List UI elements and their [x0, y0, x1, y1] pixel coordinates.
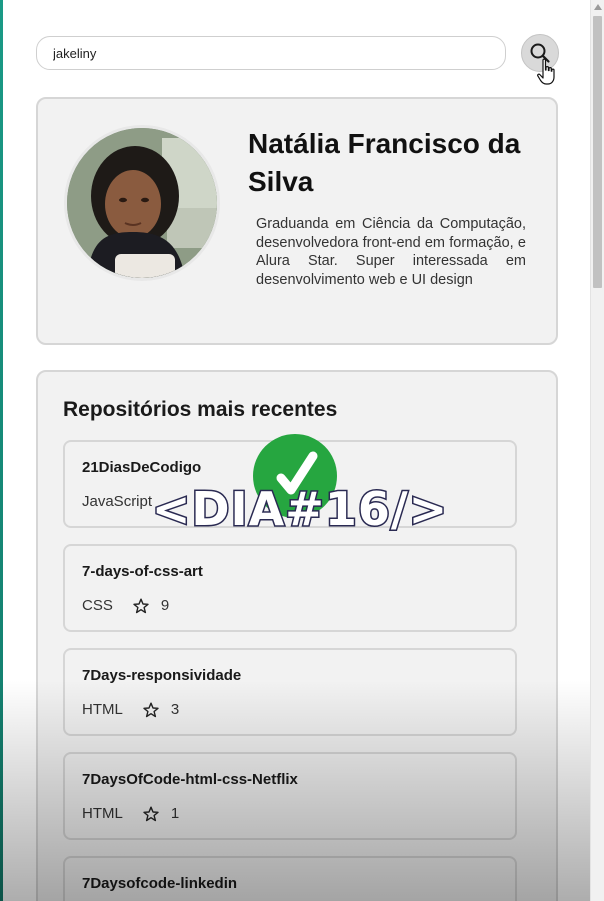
avatar: [64, 125, 220, 281]
repo-name[interactable]: 7DaysOfCode-html-css-Netflix: [82, 771, 298, 788]
profile-card: Natália Francisco da Silva Graduanda em …: [36, 97, 558, 345]
repo-stars: 1: [170, 805, 180, 822]
repo-language: HTML: [82, 701, 123, 718]
star-icon: [133, 598, 149, 614]
repo-meta: CSS 9: [82, 597, 169, 614]
repo-language: CSS: [82, 597, 113, 614]
day-badge-text: <DIA#16/>: [150, 481, 449, 538]
repo-name[interactable]: 7Days-responsividade: [82, 667, 241, 684]
star-icon: [143, 702, 159, 718]
repo-stars: 9: [160, 597, 170, 614]
scrollbar-thumb[interactable]: [593, 16, 602, 288]
profile-name: Natália Francisco da Silva: [248, 128, 521, 197]
star-icon: [143, 806, 159, 822]
profile-bio: Graduanda em Ciência da Computação, dese…: [256, 216, 526, 288]
repo-item[interactable]: 7DaysOfCode-html-css-Netflix HTML 1: [63, 752, 517, 840]
scroll-up-arrow-icon[interactable]: [594, 4, 602, 10]
scrollbar[interactable]: [590, 0, 604, 901]
day-badge-overlay: <DIA#16/>: [150, 434, 450, 546]
repo-item[interactable]: 7Daysofcode-linkedin: [63, 856, 517, 901]
search-input[interactable]: [36, 36, 506, 70]
repo-meta: HTML 1: [82, 805, 179, 822]
repositories-title: Repositórios mais recentes: [63, 398, 338, 421]
repo-name[interactable]: 7-days-of-css-art: [82, 563, 203, 580]
repo-item[interactable]: 7Days-responsividade HTML 3: [63, 648, 517, 736]
repo-item[interactable]: 7-days-of-css-art CSS 9: [63, 544, 517, 632]
repo-language: JavaScript: [82, 493, 153, 510]
repo-meta: HTML 3: [82, 701, 179, 718]
avatar-photo: [67, 128, 217, 278]
window-edge: [0, 0, 3, 901]
repo-language: HTML: [82, 805, 123, 822]
repo-stars: 3: [170, 701, 180, 718]
repo-name[interactable]: 7Daysofcode-linkedin: [82, 875, 237, 892]
hand-cursor-icon: [537, 58, 555, 85]
search-bar: [36, 34, 560, 74]
